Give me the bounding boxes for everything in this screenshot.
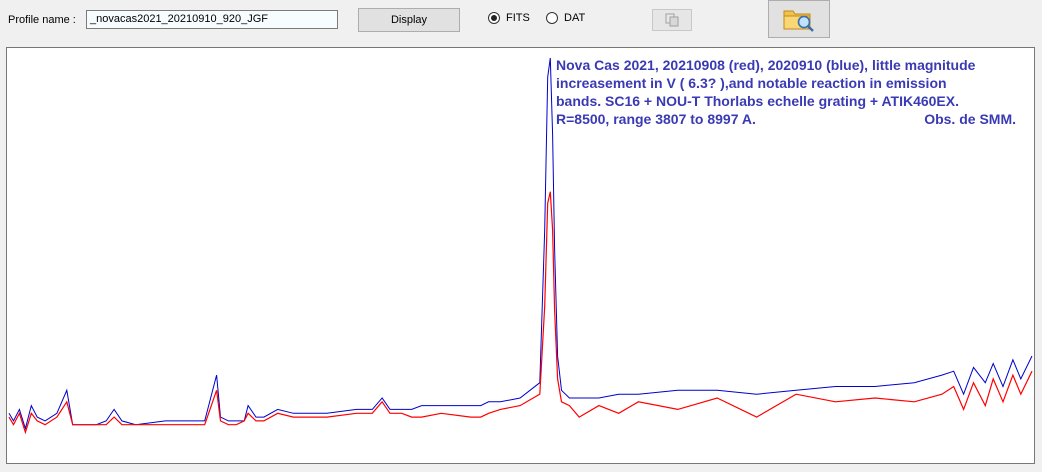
toolbar: Profile name : _novacas2021_20210910_920… <box>0 0 1042 44</box>
copy-icon <box>665 13 679 27</box>
fits-radio-dot[interactable] <box>488 12 500 24</box>
dat-radio-label: DAT <box>564 12 586 24</box>
red-spectrum-line <box>8 191 1033 435</box>
annotation-resolution: R=8500, range 3807 to 8997 A. <box>556 111 756 127</box>
annotation-observer: Obs. de SMM. <box>924 111 1016 127</box>
annotation-line: bands. SC16 + NOU-T Thorlabs echelle gra… <box>556 93 959 109</box>
spectrum-plot: Nova Cas 2021, 20210908 (red), 2020910 (… <box>6 47 1035 464</box>
copy-button[interactable] <box>652 9 692 31</box>
dat-radio-dot[interactable] <box>546 12 558 24</box>
dat-radio[interactable]: DAT <box>546 12 585 24</box>
profile-name-label: Profile name : <box>8 14 76 26</box>
open-folder-button[interactable] <box>768 0 830 38</box>
annotation-line: R=8500, range 3807 to 8997 A. Obs. de SM… <box>556 110 1032 128</box>
annotation-line: Nova Cas 2021, 20210908 (red), 2020910 (… <box>556 57 976 73</box>
annotation-line: increasement in V ( 6.3? ),and notable r… <box>556 75 947 91</box>
folder-search-icon <box>783 10 814 32</box>
plot-annotation: Nova Cas 2021, 20210908 (red), 2020910 (… <box>556 56 1032 128</box>
profile-name-input[interactable]: _novacas2021_20210910_920_JGF <box>86 10 338 29</box>
display-button[interactable]: Display <box>358 8 460 32</box>
fits-radio-label: FITS <box>506 12 530 24</box>
fits-radio[interactable]: FITS <box>488 12 530 24</box>
